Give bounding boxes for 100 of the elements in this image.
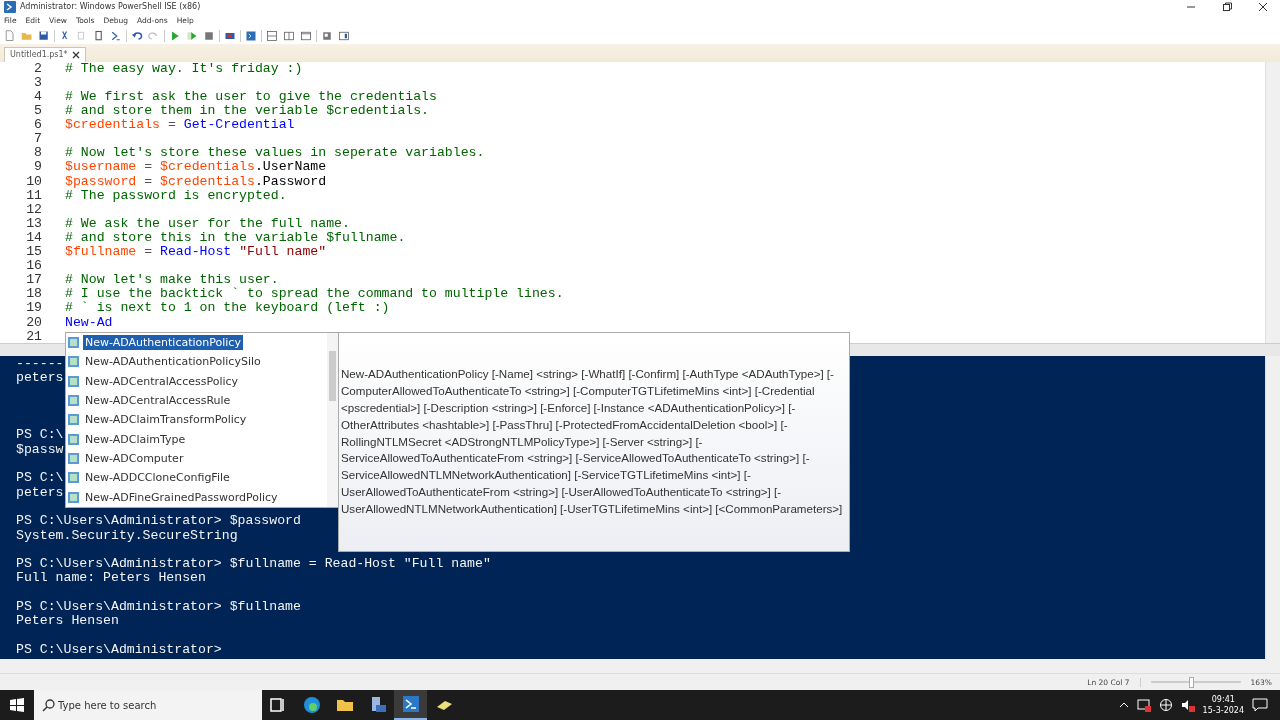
completion-item[interactable]: New-ADFineGrainedPasswordPolicy — [66, 487, 327, 507]
cmdlet-icon — [68, 395, 79, 407]
line-number: 11 — [25, 188, 42, 203]
run-icon — [169, 29, 181, 42]
completion-item[interactable]: New-ADCentralAccessPolicy — [66, 371, 327, 391]
chevron-up-icon[interactable] — [1118, 700, 1129, 710]
code-line: New-Ad — [65, 315, 113, 330]
scrollbar[interactable] — [1265, 355, 1280, 660]
new-file-button[interactable] — [3, 28, 17, 44]
code-line: $username = $credentials.UserName — [65, 160, 327, 175]
close-icon[interactable] — [1258, 1, 1268, 12]
file-tab[interactable]: Untitled1.ps1* — [4, 46, 86, 62]
globe-icon[interactable] — [1158, 698, 1173, 712]
code-line: # We first ask the user to give the credentials — [65, 90, 437, 105]
code-line: $fullname = Read-Host "Full name" — [65, 245, 327, 260]
line-number: 12 — [25, 202, 42, 217]
console-line: Peters Hensen — [16, 613, 119, 629]
code-line: # and store them in the veriable $credentials. — [65, 104, 430, 119]
line-number: 16 — [25, 259, 42, 274]
close-icon[interactable] — [71, 50, 80, 59]
prompt-icon — [110, 29, 122, 42]
line-number: 7 — [33, 132, 42, 147]
cmdlet-icon — [68, 452, 79, 464]
console-line: $passw — [16, 441, 64, 457]
browser-icon — [301, 695, 322, 715]
slider-thumb[interactable] — [1189, 676, 1195, 688]
redo-icon — [148, 29, 160, 42]
layout-right-icon — [283, 29, 295, 42]
line-number: 8 — [33, 146, 42, 161]
line-number: 6 — [33, 118, 42, 133]
clock-time[interactable]: 09:41 — [1211, 694, 1235, 705]
code-line: # The easy way. It's friday :) — [65, 61, 303, 76]
code-line: # The password is encrypted. — [65, 188, 287, 203]
console-line: PS C:\Users\Administrator> — [16, 641, 222, 657]
line-number: 9 — [33, 160, 42, 175]
paste-icon — [93, 29, 105, 42]
console-line: PS C:\ — [16, 470, 64, 486]
completion-item[interactable]: New-ADComputer — [66, 448, 327, 469]
scrollbar[interactable] — [327, 333, 338, 507]
completion-item[interactable]: New-ADClaimTransformPolicy — [66, 410, 327, 430]
code-line: $password = $credentials.Password — [65, 174, 327, 189]
line-number: 10 — [25, 174, 42, 189]
cmdlet-icon — [68, 472, 79, 484]
console-line: peters — [16, 370, 64, 386]
line-number: 2 — [33, 61, 42, 76]
console-line: PS C:\Users\Administrator> $fullname — [16, 599, 301, 614]
completion-item[interactable]: New-ADAuthenticationPolicy — [66, 333, 327, 353]
window-title: Administrator: Windows PowerShell ISE (x86) — [20, 2, 201, 12]
console-line: PS C:\Users\Administrator> $password — [16, 513, 301, 529]
undo-icon — [131, 29, 143, 42]
powershell-icon — [400, 694, 421, 714]
scroll-thumb[interactable] — [329, 351, 336, 401]
clock-date[interactable]: 15-3-2024 — [1202, 705, 1244, 716]
maximize-icon[interactable] — [1222, 1, 1232, 12]
cmdlet-icon — [68, 356, 79, 368]
search-field[interactable]: Type here to search — [34, 690, 262, 720]
line-number: 18 — [25, 287, 42, 302]
cmdlet-icon — [68, 433, 79, 445]
line-number: 21 — [25, 329, 42, 343]
console-line: peters — [16, 484, 64, 500]
taskbar-app[interactable] — [394, 690, 427, 720]
line-number: 13 — [25, 216, 42, 231]
notification-icon[interactable] — [1252, 697, 1268, 713]
completion-item[interactable]: New-ADCentralAccessRule — [66, 390, 327, 411]
speaker-icon[interactable] — [1180, 698, 1195, 712]
completion-list[interactable] — [65, 332, 339, 508]
code-line: # Now let's store these values in seperate variables. — [65, 146, 485, 161]
layout-max-icon — [300, 29, 312, 42]
panel-icon — [338, 29, 350, 42]
line-number: 3 — [33, 75, 42, 90]
scrollbar[interactable] — [1265, 61, 1280, 343]
console-line: Full name: Peters Hensen — [16, 570, 206, 586]
completion-item[interactable]: New-ADAuthenticationPolicySilo — [66, 352, 327, 372]
completion-item[interactable]: New-ADDCCloneConfigFile — [66, 468, 327, 488]
run-selection-icon — [186, 29, 198, 42]
search-icon — [42, 698, 56, 712]
cmdlet-icon — [68, 337, 79, 349]
line-number: 17 — [25, 273, 42, 288]
line-number: 5 — [33, 104, 42, 119]
line-number: 4 — [33, 90, 42, 105]
console-line: PS C:\ — [16, 427, 64, 443]
cmdlet-icon — [68, 414, 79, 426]
console-line: System.Security.SecureString — [16, 527, 238, 543]
layout-top-button[interactable] — [265, 28, 279, 44]
code-line: $credentials = Get-Credential — [65, 118, 295, 133]
stop-icon — [203, 29, 215, 42]
completion-item[interactable]: New-ADClaimType — [66, 429, 327, 449]
line-number: 14 — [25, 230, 42, 246]
code-line: # and store this in the variable $fullname. — [65, 230, 406, 246]
code-line: # ` is next to 1 on the keyboard (left :) — [65, 301, 390, 316]
layout-top-icon — [266, 29, 278, 42]
code-line: # We ask the user for the full name. — [65, 216, 350, 231]
syntax-text: New-ADAuthenticationPolicy [-Name] <string> [-WhatIf] [-Confirm] [-AuthType <ADAuthType>] [-ComputerAllowedToAuthenticateTo <string>] [-ComputerTGTLifetimeMins <int>] [-Credential <pscredential>] [-Description <string>] [-Enforce] [-Instance <ADAuthenticationPolicy>] [-OtherAttributes <hashtable>] [-PassThru] [-ProtectedFromAccidentalDeletion <bool>] [-RollingNTLMSecret <ADStrongNTLMPolicyType>] [-Server <string>] [-ServiceAllowedToAuthenticateFrom <string>] [-ServiceAllowedToAuthenticateTo <string>] [-ServiceAllowedNTLMNetworkAuthentication] [-ServiceTGTLifetimeMins <int>] [-UserAllowedToAuthenticateFrom <string>] [-UserAllowedToAuthenticateTo <string>] [-UserAllowedNTLMNetworkAuthentication] [-UserTGTLifetimeMins <int>] [<CommonParameters>] — [340, 366, 844, 517]
console-line: PS C:\Users\Administrator> $fullname = Read-Host "Full name" — [16, 556, 491, 572]
cmdlet-icon — [68, 491, 79, 503]
cmdlet-icon — [68, 375, 79, 387]
console-line: ------ — [16, 355, 64, 371]
line-number: 20 — [25, 315, 42, 330]
line-number: 19 — [25, 301, 42, 316]
network-icon[interactable] — [1136, 698, 1151, 712]
